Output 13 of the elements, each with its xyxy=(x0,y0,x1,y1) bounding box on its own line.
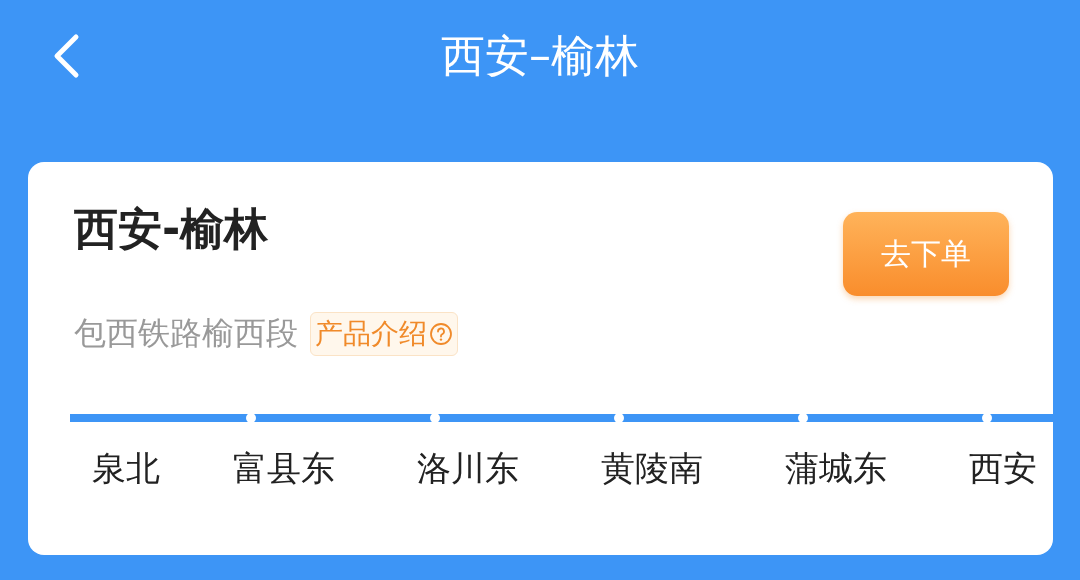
page-title: 西安–榆林 xyxy=(441,28,639,83)
route-title: 西安-榆林 xyxy=(74,204,269,256)
back-icon[interactable] xyxy=(52,33,80,79)
station-name: 泉北 xyxy=(92,448,160,488)
station-name: 黄陵南 xyxy=(601,448,703,488)
station-name: 蒲城东 xyxy=(785,448,887,488)
question-icon xyxy=(429,322,453,346)
order-button[interactable]: 去下单 xyxy=(843,212,1009,296)
station-name: 西安 xyxy=(969,448,1037,488)
product-info-link[interactable]: 产品介绍 xyxy=(310,312,458,356)
railway-name: 包西铁路榆西段 xyxy=(74,313,298,354)
station-name: 富县东 xyxy=(233,448,335,488)
station-name: 洛川东 xyxy=(417,448,519,488)
